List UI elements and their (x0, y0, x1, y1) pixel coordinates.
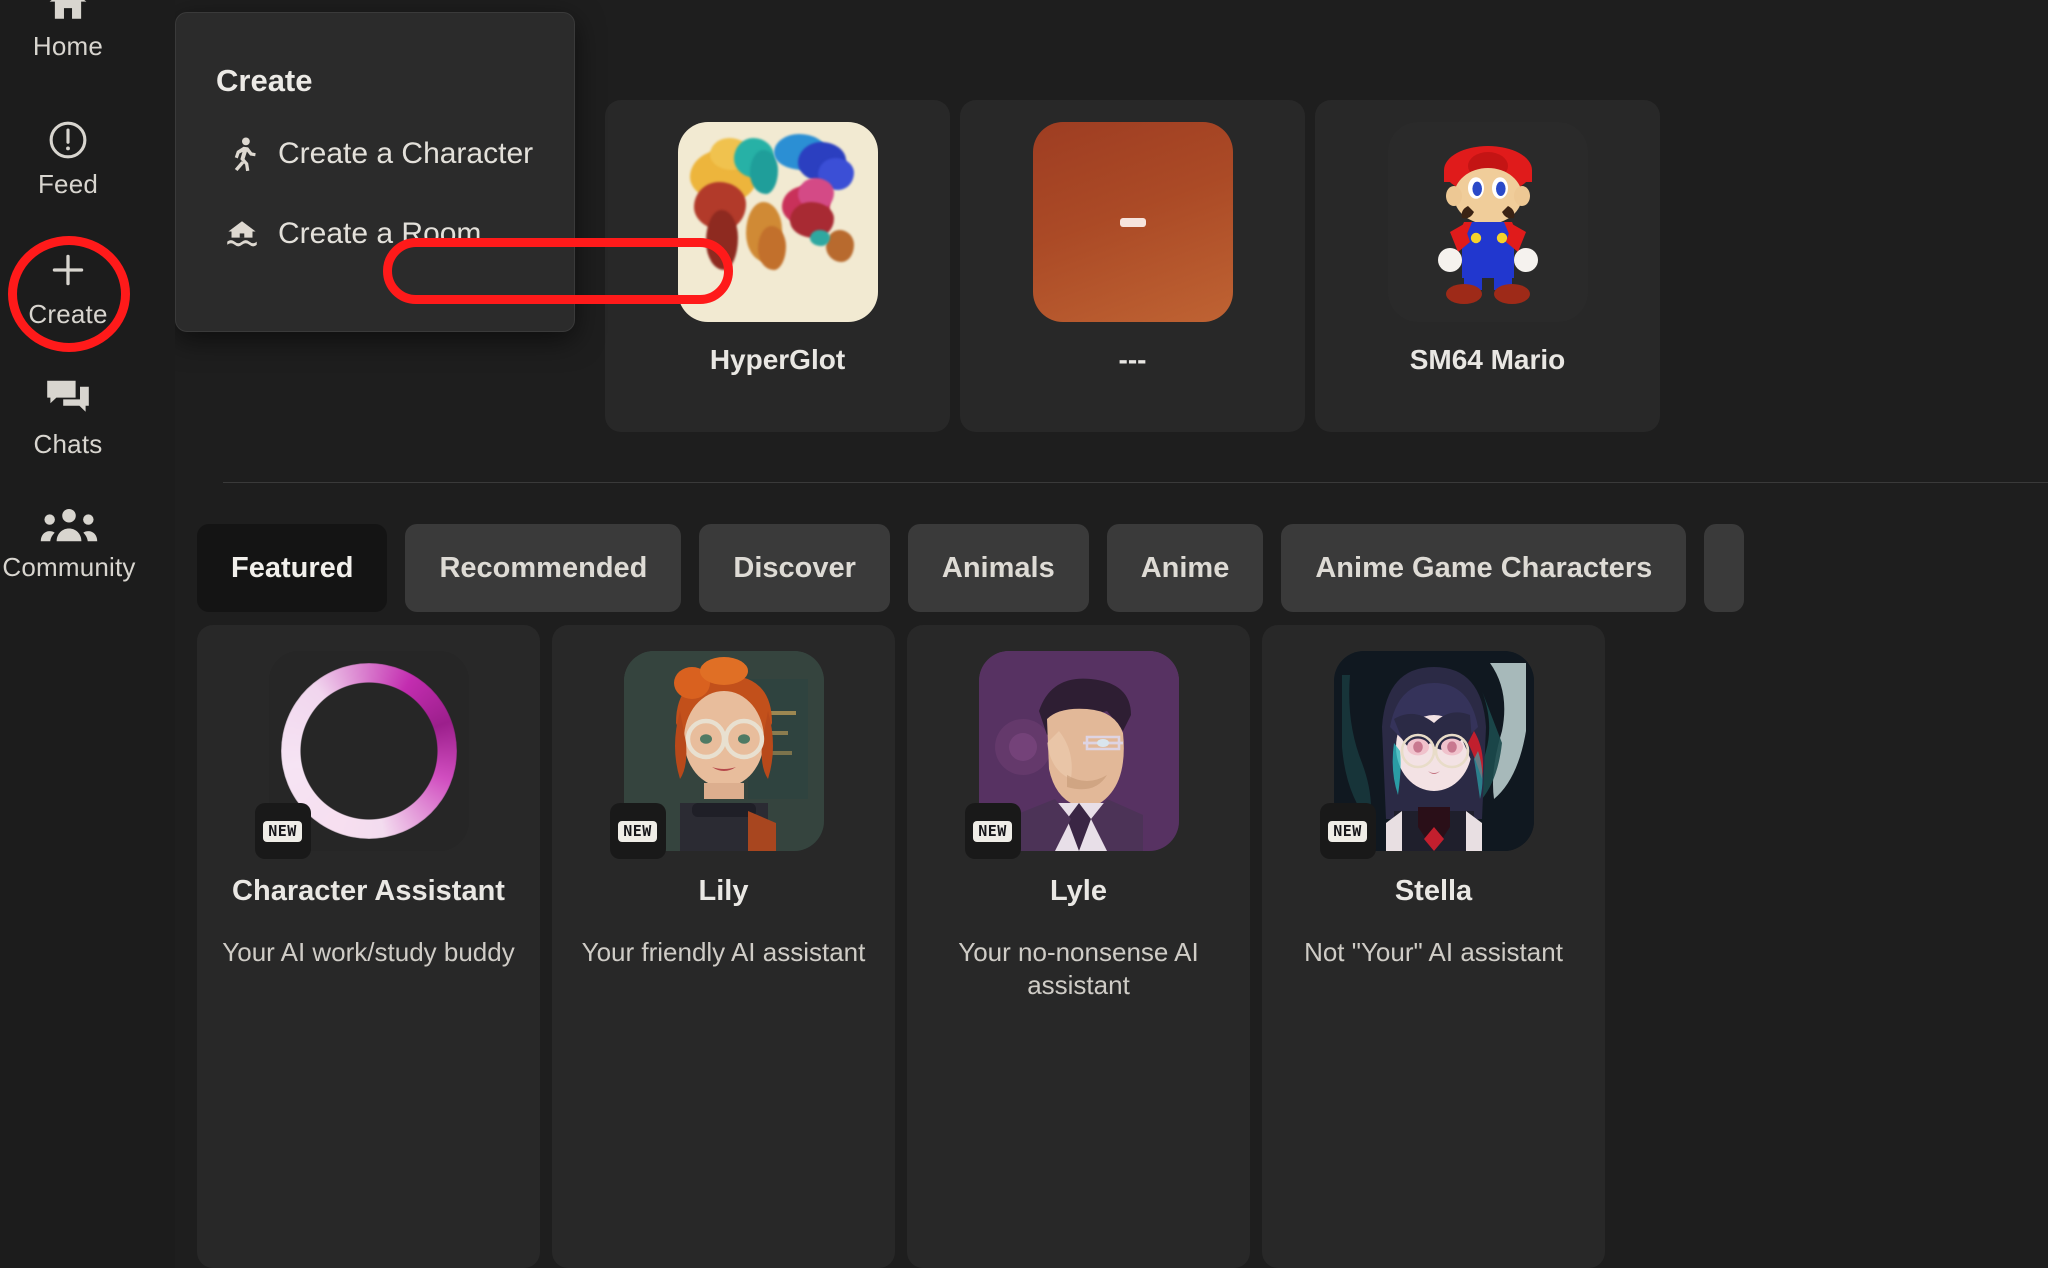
chat-bubbles-icon (44, 378, 92, 422)
tab-discover[interactable]: Discover (699, 524, 890, 612)
app-root: Home Feed Create Chats Community HyperGl… (0, 0, 2048, 1268)
new-badge: NEW (1319, 803, 1376, 859)
plain-orange-gradient-art (1032, 122, 1233, 322)
featured-cards-row: NEW Character Assistant Your AI work/stu… (197, 625, 2048, 1268)
menu-item-label: Create a Character (278, 137, 534, 170)
sidebar-item-home[interactable]: Home (8, 0, 128, 62)
new-badge-label: NEW (973, 820, 1012, 842)
character-card-lyle[interactable]: NEW Lyle Your no-nonsense AI assistant (907, 625, 1250, 1268)
new-badge: NEW (609, 803, 666, 859)
watercolor-world-map-art (677, 122, 878, 322)
card-tagline: Your AI work/study buddy (222, 937, 515, 967)
character-card-lily[interactable]: NEW Lily Your friendly AI assistant (552, 625, 895, 1268)
menu-item-create-a-character[interactable]: Create a Character (216, 127, 574, 181)
tab-label: Featured (231, 551, 354, 584)
tab-label: Anime (1140, 551, 1230, 584)
avatar (677, 122, 878, 322)
person-running-icon (224, 136, 260, 172)
new-badge-label: NEW (263, 820, 302, 842)
sidebar-item-community[interactable]: Community (0, 505, 139, 583)
menu-item-label: Create a Room (278, 217, 482, 250)
sidebar-item-chats[interactable]: Chats (8, 378, 128, 460)
avatar-wrap: NEW (254, 651, 469, 859)
continue-card-sm64-mario[interactable]: M SM64 Mario (1315, 100, 1660, 432)
menu-item-create-a-room[interactable]: Create a Room (216, 207, 574, 261)
sidebar-item-create[interactable]: Create (8, 248, 128, 330)
avatar-wrap: NEW (964, 651, 1179, 859)
avatar-wrap: NEW (609, 651, 824, 859)
mario-3d-render-art: M (1387, 122, 1588, 322)
tab-label: Recommended (439, 551, 648, 584)
character-card-stella[interactable]: NEW Stella Not "Your" AI assistant (1262, 625, 1605, 1268)
card-tagline: Your friendly AI assistant (581, 937, 866, 967)
new-badge-label: NEW (618, 820, 657, 842)
card-name: Lyle (1050, 875, 1107, 907)
people-group-icon (40, 505, 98, 545)
tab-label: Discover (733, 551, 856, 584)
new-badge: NEW (964, 803, 1021, 859)
home-icon (45, 0, 91, 24)
new-badge-label: NEW (1328, 820, 1367, 842)
card-name: HyperGlot (709, 344, 846, 375)
sidebar-item-label: Home (32, 31, 104, 61)
continue-card-hyperglot[interactable]: HyperGlot (605, 100, 950, 432)
tab-label: Anime Game Characters (1315, 551, 1653, 584)
category-tabs: Featured Recommended Discover Animals An… (197, 524, 2048, 612)
new-badge: NEW (254, 803, 311, 859)
avatar-wrap: NEW (1319, 651, 1534, 859)
card-name: Stella (1394, 875, 1473, 907)
avatar: M (1387, 122, 1588, 322)
tab-label: Animals (941, 551, 1055, 584)
tab-anime[interactable]: Anime (1106, 524, 1264, 612)
tab-anime-game-characters[interactable]: Anime Game Characters (1281, 524, 1687, 612)
exclamation-circle-icon (46, 118, 90, 162)
avatar (1032, 122, 1233, 322)
continue-card-unnamed[interactable]: --- (960, 100, 1305, 432)
house-flood-icon (224, 218, 260, 250)
create-dropdown-menu: Create Create a Character Create a Room (175, 12, 733, 332)
tab-next-partial[interactable] (1704, 524, 1745, 612)
card-tagline: Your no-nonsense AI assistant (958, 937, 1199, 1001)
create-menu-title: Create (216, 63, 313, 98)
sidebar: Home Feed Create Chats Community (0, 0, 175, 1268)
card-name: --- (1118, 344, 1147, 375)
sidebar-item-label: Community (2, 552, 136, 582)
sidebar-item-label: Feed (37, 169, 99, 199)
character-card-character-assistant[interactable]: NEW Character Assistant Your AI work/stu… (197, 625, 540, 1268)
tab-featured[interactable]: Featured (197, 524, 388, 612)
sidebar-item-label: Chats (33, 429, 103, 459)
tab-animals[interactable]: Animals (907, 524, 1089, 612)
section-divider (223, 482, 2048, 483)
sidebar-item-label: Create (28, 299, 108, 329)
card-name: Character Assistant (232, 875, 505, 907)
main-content: Continue chatting (175, 0, 2048, 1268)
card-name: Lily (698, 875, 749, 907)
plus-icon (46, 248, 90, 292)
card-tagline: Not "Your" AI assistant (1304, 937, 1563, 967)
sidebar-item-feed[interactable]: Feed (8, 118, 128, 200)
tab-recommended[interactable]: Recommended (405, 524, 682, 612)
card-name: SM64 Mario (1409, 344, 1566, 375)
